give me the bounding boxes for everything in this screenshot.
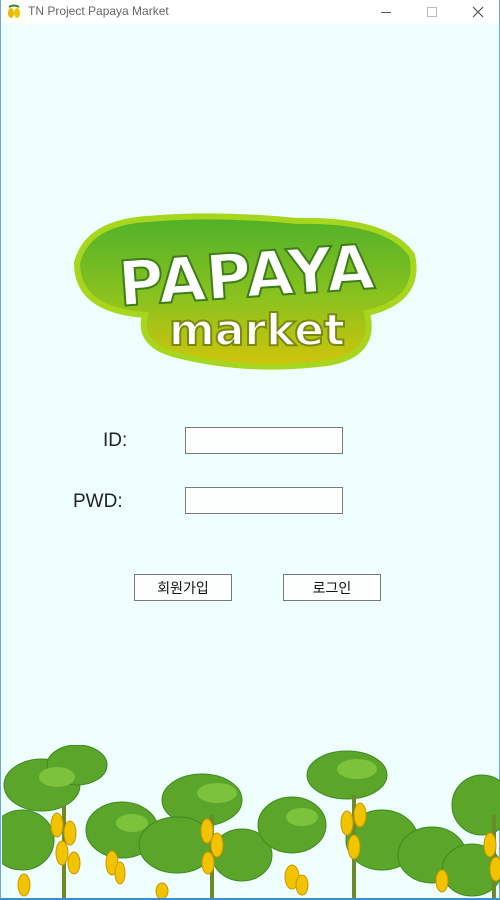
pwd-label: PWD: [73,491,123,512]
papaya-app-icon [7,4,21,20]
signup-button[interactable]: 회원가입 [134,574,232,601]
papaya-market-logo: PAPAYA market [73,213,417,370]
pwd-input[interactable] [185,487,343,514]
close-button[interactable] [455,0,500,24]
id-label: ID: [103,430,128,451]
maximize-button[interactable] [409,0,455,24]
papaya-trees-decoration [2,745,500,898]
login-button[interactable]: 로그인 [283,574,381,601]
window-title: TN Project Papaya Market [28,4,169,18]
minimize-icon [381,12,391,13]
logo-text-market: market [169,305,345,356]
maximize-icon [427,7,437,17]
app-window: TN Project Papaya Market PAPAYA market I… [0,0,500,900]
close-icon [472,6,484,18]
title-bar[interactable]: TN Project Papaya Market [1,0,499,24]
minimize-button[interactable] [363,0,409,24]
id-input[interactable] [185,427,343,454]
